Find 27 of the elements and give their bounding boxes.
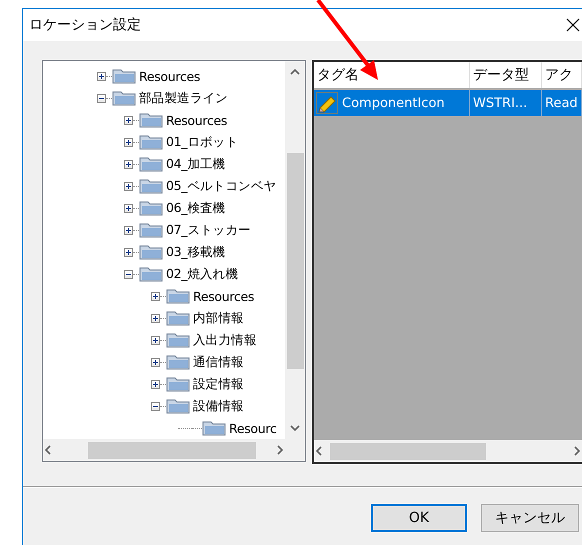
- tree-item-label[interactable]: Resources: [193, 288, 254, 304]
- tree-item-label[interactable]: 02_焼入れ機: [166, 266, 238, 282]
- tree-item-label[interactable]: 通信情報: [193, 354, 244, 370]
- table-cell: WSTRI...: [470, 90, 542, 116]
- tree-item-label[interactable]: 設備情報: [193, 398, 244, 414]
- tree-item-label[interactable]: 03_移載機: [166, 244, 226, 260]
- tree-item-label[interactable]: 内部情報: [193, 310, 244, 326]
- tree-item-label[interactable]: 05_ベルトコンベヤ: [166, 178, 276, 194]
- column-header[interactable]: アク: [542, 62, 582, 88]
- table-row[interactable]: ComponentIcon WSTRI... Read: [314, 90, 582, 116]
- tree-item-label[interactable]: Resourc: [229, 420, 277, 436]
- tree-item-label[interactable]: 部品製造ライン: [139, 90, 228, 106]
- tree-item-label[interactable]: 設定情報: [193, 376, 244, 392]
- tree-item-label[interactable]: 01_ロボット: [166, 134, 238, 150]
- dialog-button[interactable]: OK: [371, 504, 467, 532]
- tree-item-label[interactable]: 06_検査機: [166, 200, 226, 216]
- tree-item-label[interactable]: Resources: [166, 112, 228, 128]
- table-cell: Read: [542, 90, 582, 116]
- table-cell: ComponentIcon: [314, 90, 470, 116]
- column-header[interactable]: タグ名: [314, 62, 470, 88]
- tree-item-label[interactable]: Resources: [139, 68, 200, 84]
- tree-item-label[interactable]: 04_加工機: [166, 156, 226, 172]
- tree-item-label[interactable]: 入出力情報: [193, 332, 257, 348]
- tree-item-label[interactable]: 07_ストッカー: [166, 222, 251, 238]
- window-title: ロケーション設定: [29, 16, 141, 34]
- column-header[interactable]: データ型: [470, 62, 542, 88]
- dialog-button[interactable]: キャンセル: [481, 504, 579, 532]
